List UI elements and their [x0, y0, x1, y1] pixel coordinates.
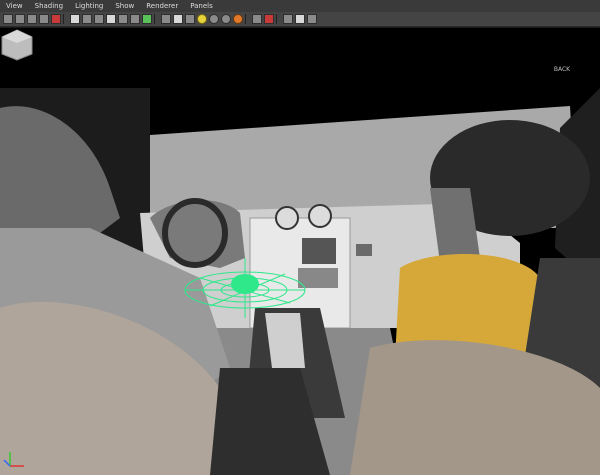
textured-icon[interactable] [185, 14, 195, 24]
smooth-shade-icon[interactable] [173, 14, 183, 24]
viewcube-face-label: BACK [553, 66, 571, 73]
toolbar-separator [276, 14, 281, 24]
gate-mask-icon[interactable] [106, 14, 116, 24]
gauge-right [308, 204, 332, 228]
image-plane-icon[interactable] [51, 14, 61, 24]
panel-toolbar [0, 12, 600, 27]
climate-controls [298, 268, 338, 288]
select-camera-icon[interactable] [3, 14, 13, 24]
scene-render [0, 88, 600, 475]
xray-joints-icon[interactable] [264, 14, 274, 24]
xray-components-icon[interactable] [283, 14, 293, 24]
lock-camera-icon[interactable] [15, 14, 25, 24]
toolbar-separator [63, 14, 68, 24]
default-light-icon[interactable] [197, 14, 207, 24]
menu-renderer[interactable]: Renderer [140, 0, 184, 12]
menu-lighting[interactable]: Lighting [69, 0, 109, 12]
menu-view[interactable]: View [0, 0, 29, 12]
all-lights-icon[interactable] [209, 14, 219, 24]
field-chart-icon[interactable] [118, 14, 128, 24]
film-gate-icon[interactable] [82, 14, 92, 24]
toolbar-separator [245, 14, 250, 24]
safe-action-icon[interactable] [130, 14, 140, 24]
hud-toggle-icon[interactable] [307, 14, 317, 24]
shadows-icon[interactable] [221, 14, 231, 24]
panel-menubar: View Shading Lighting Show Renderer Pane… [0, 0, 600, 12]
wireframe-icon[interactable] [161, 14, 171, 24]
camera-attributes-icon[interactable] [27, 14, 37, 24]
isolate-view-icon[interactable] [295, 14, 305, 24]
3d-viewport[interactable]: BACK [0, 28, 600, 475]
isolate-select-icon[interactable] [233, 14, 243, 24]
safe-title-icon[interactable] [142, 14, 152, 24]
radio-display [302, 238, 336, 264]
resolution-gate-icon[interactable] [94, 14, 104, 24]
gear-shifter [265, 313, 305, 368]
gauge-left [275, 206, 299, 230]
bookmark-icon[interactable] [39, 14, 49, 24]
menu-show[interactable]: Show [109, 0, 140, 12]
viewcube-icon[interactable] [0, 28, 34, 62]
xray-icon[interactable] [252, 14, 262, 24]
maya-viewport-panel: View Shading Lighting Show Renderer Pane… [0, 0, 600, 475]
menu-shading[interactable]: Shading [29, 0, 69, 12]
vent-right [356, 244, 372, 256]
toolbar-separator [154, 14, 159, 24]
grid-icon[interactable] [70, 14, 80, 24]
menu-panels[interactable]: Panels [184, 0, 219, 12]
